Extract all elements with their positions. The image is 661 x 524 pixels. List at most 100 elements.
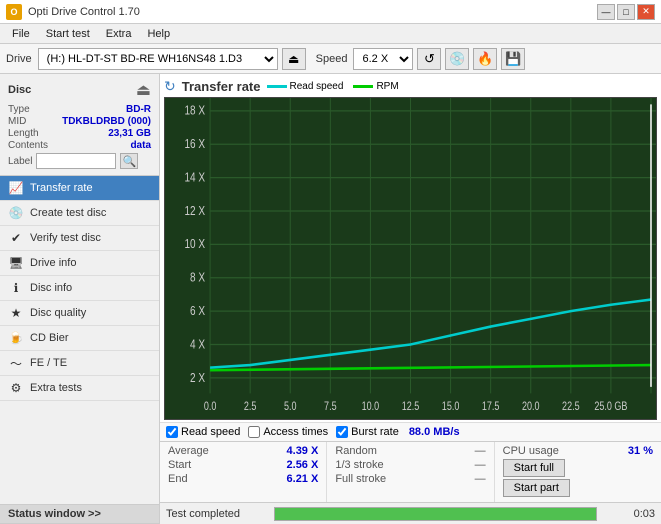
nav-list: 📈 Transfer rate 💿 Create test disc ✔ Ver… — [0, 176, 159, 504]
metric-end-label: End — [168, 473, 188, 485]
checkbox-burst-rate[interactable]: Burst rate — [336, 426, 399, 438]
cd-bier-icon: 🍺 — [8, 330, 24, 346]
nav-transfer-rate[interactable]: 📈 Transfer rate — [0, 176, 159, 201]
title-bar-left: O Opti Drive Control 1.70 — [6, 4, 140, 20]
menu-start-test[interactable]: Start test — [38, 27, 98, 41]
app-icon: O — [6, 4, 22, 20]
disc-eject-icon[interactable]: ⏏ — [136, 80, 151, 100]
nav-cd-bier[interactable]: 🍺 CD Bier — [0, 326, 159, 351]
svg-text:8 X: 8 X — [190, 272, 205, 285]
disc-label-key: Label — [8, 156, 32, 167]
disc-contents-label: Contents — [8, 140, 48, 151]
chart-svg: 18 X 16 X 14 X 12 X 10 X 8 X 6 X 4 X 2 X… — [165, 98, 656, 419]
refresh-button[interactable]: ↺ — [417, 48, 441, 70]
menu-bar: File Start test Extra Help — [0, 24, 661, 44]
svg-text:7.5: 7.5 — [324, 401, 337, 413]
chart-container: ↻ Transfer rate Read speed RPM — [160, 74, 661, 422]
checkbox-burst-rate-input[interactable] — [336, 426, 348, 438]
nav-fe-te-label: FE / TE — [30, 357, 67, 369]
svg-text:25.0 GB: 25.0 GB — [594, 401, 627, 413]
chart-legend: Read speed RPM — [267, 81, 399, 92]
close-button[interactable]: ✕ — [637, 4, 655, 20]
legend-read-speed-color — [267, 85, 287, 88]
burn-icon-button[interactable]: 🔥 — [473, 48, 497, 70]
svg-text:12 X: 12 X — [184, 205, 205, 218]
title-bar: O Opti Drive Control 1.70 — □ ✕ — [0, 0, 661, 24]
disc-length-label: Length — [8, 128, 39, 139]
menu-file[interactable]: File — [4, 27, 38, 41]
svg-text:16 X: 16 X — [184, 138, 205, 151]
disc-quality-icon: ★ — [8, 305, 24, 321]
svg-text:18 X: 18 X — [184, 105, 205, 118]
metric-full-stroke-value: — — [475, 473, 486, 485]
checkbox-access-times[interactable]: Access times — [248, 426, 328, 438]
metric-average-value: 4.39 X — [287, 445, 319, 457]
chart-area: 18 X 16 X 14 X 12 X 10 X 8 X 6 X 4 X 2 X… — [164, 97, 657, 420]
legend-rpm-label: RPM — [376, 81, 398, 92]
window-controls[interactable]: — □ ✕ — [597, 4, 655, 20]
progress-bar-fill — [275, 508, 596, 520]
speed-select[interactable]: 6.2 X — [353, 48, 413, 70]
metric-1-3-stroke: 1/3 stroke — — [335, 459, 485, 471]
svg-text:15.0: 15.0 — [442, 401, 460, 413]
metric-random-label: Random — [335, 445, 377, 457]
save-button[interactable]: 💾 — [501, 48, 525, 70]
chart-title-bar: ↻ Transfer rate Read speed RPM — [164, 78, 657, 95]
start-full-button[interactable]: Start full — [503, 459, 565, 477]
disc-length-row: Length 23,31 GB — [8, 128, 151, 139]
checkbox-read-speed-input[interactable] — [166, 426, 178, 438]
sidebar: Disc ⏏ Type BD-R MID TDKBLDRBD (000) Len… — [0, 74, 160, 524]
nav-verify-test-label: Verify test disc — [30, 232, 101, 244]
maximize-button[interactable]: □ — [617, 4, 635, 20]
svg-text:22.5: 22.5 — [562, 401, 580, 413]
status-bar: Test completed 0:03 — [160, 502, 661, 524]
legend-rpm: RPM — [353, 81, 398, 92]
nav-extra-tests-label: Extra tests — [30, 382, 82, 394]
nav-extra-tests[interactable]: ⚙ Extra tests — [0, 376, 159, 401]
metric-cpu-value: 31 % — [628, 445, 653, 457]
menu-extra[interactable]: Extra — [98, 27, 140, 41]
svg-text:6 X: 6 X — [190, 305, 205, 318]
svg-text:17.5: 17.5 — [482, 401, 500, 413]
drive-select[interactable]: (H:) HL-DT-ST BD-RE WH16NS48 1.D3 — [38, 48, 278, 70]
checkbox-access-times-input[interactable] — [248, 426, 260, 438]
app-title: Opti Drive Control 1.70 — [28, 6, 140, 18]
svg-text:14 X: 14 X — [184, 171, 205, 184]
progress-bar-container — [274, 507, 597, 521]
disc-label-button[interactable]: 🔍 — [120, 153, 138, 169]
menu-help[interactable]: Help — [139, 27, 178, 41]
disc-mid-label: MID — [8, 116, 26, 127]
chart-title: Transfer rate — [182, 79, 261, 94]
nav-drive-info[interactable]: 🖥 Drive info — [0, 251, 159, 276]
nav-create-test-disc[interactable]: 💿 Create test disc — [0, 201, 159, 226]
disc-icon-button[interactable]: 💿 — [445, 48, 469, 70]
svg-text:10.0: 10.0 — [362, 401, 380, 413]
start-part-button[interactable]: Start part — [503, 479, 570, 497]
legend-rpm-color — [353, 85, 373, 88]
disc-info-nav-icon: ℹ — [8, 280, 24, 296]
disc-info-panel: Disc ⏏ Type BD-R MID TDKBLDRBD (000) Len… — [0, 74, 159, 176]
content-area: ↻ Transfer rate Read speed RPM — [160, 74, 661, 524]
nav-drive-info-label: Drive info — [30, 257, 76, 269]
status-window-button[interactable]: Status window >> — [0, 504, 159, 524]
nav-fe-te[interactable]: 〜 FE / TE — [0, 351, 159, 376]
metric-start-label: Start — [168, 459, 191, 471]
disc-type-row: Type BD-R — [8, 104, 151, 115]
disc-label-input[interactable] — [36, 153, 116, 169]
metric-average-label: Average — [168, 445, 209, 457]
nav-disc-quality[interactable]: ★ Disc quality — [0, 301, 159, 326]
drive-info-icon: 🖥 — [8, 255, 24, 271]
svg-text:0.0: 0.0 — [204, 401, 217, 413]
disc-contents-row: Contents data — [8, 140, 151, 151]
legend-read-speed-label: Read speed — [290, 81, 344, 92]
disc-label-row: Label 🔍 — [8, 153, 151, 169]
legend-read-speed: Read speed — [267, 81, 344, 92]
speed-label: Speed — [316, 53, 348, 65]
svg-text:5.0: 5.0 — [284, 401, 297, 413]
checkbox-read-speed[interactable]: Read speed — [166, 426, 240, 438]
minimize-button[interactable]: — — [597, 4, 615, 20]
nav-verify-test-disc[interactable]: ✔ Verify test disc — [0, 226, 159, 251]
transfer-rate-icon: 📈 — [8, 180, 24, 196]
eject-button[interactable]: ⏏ — [282, 48, 306, 70]
nav-disc-info[interactable]: ℹ Disc info — [0, 276, 159, 301]
